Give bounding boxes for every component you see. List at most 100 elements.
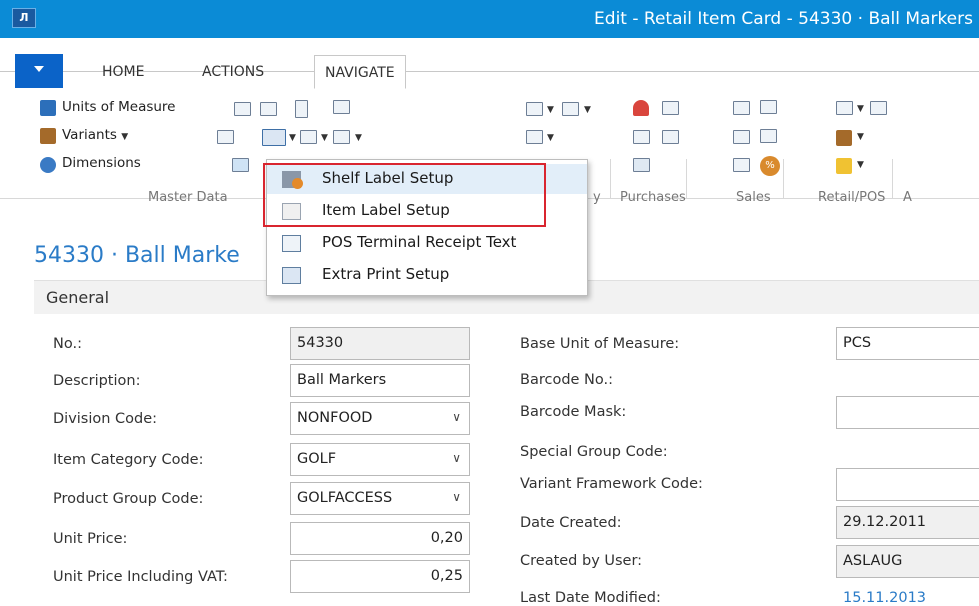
ribbon-tab-bar — [0, 38, 979, 72]
menu-item-label: POS Terminal Receipt Text — [322, 233, 517, 251]
sales-lines-icon[interactable] — [760, 100, 777, 114]
chevron-down-icon: ▼ — [857, 160, 864, 170]
tab-home[interactable]: HOME — [102, 64, 144, 80]
tab-navigate[interactable]: NAVIGATE — [314, 55, 406, 89]
purchase-orders-icon[interactable] — [662, 130, 679, 144]
list-view-icon[interactable] — [234, 102, 251, 116]
last-date-modified-label: Last Date Modified: — [520, 590, 661, 606]
special-group-code-label: Special Group Code: — [520, 444, 668, 460]
print-labels-icon[interactable] — [262, 129, 286, 146]
calculator-dropdown[interactable]: ▼ — [857, 99, 864, 115]
group-label-sales: Sales — [736, 190, 771, 205]
tab-navigate-label: NAVIGATE — [325, 65, 395, 81]
hierarchy-icon[interactable] — [870, 101, 887, 115]
last-date-modified-value: 15.11.2013 — [843, 590, 927, 606]
base-unit-of-measure-label: Base Unit of Measure: — [520, 336, 680, 352]
percent-icon[interactable]: % — [760, 156, 780, 176]
tab-actions[interactable]: ACTIONS — [202, 64, 264, 80]
barcode-no-label: Barcode No.: — [520, 372, 614, 388]
division-code-value: NONFOOD — [297, 410, 373, 426]
ribbon-separator — [610, 159, 611, 199]
chevron-down-icon: ∨ — [452, 410, 461, 424]
table-icon[interactable] — [333, 130, 350, 144]
chevron-down-icon: ▼ — [289, 133, 296, 143]
entries-dropdown[interactable]: ▼ — [584, 100, 591, 116]
history-icon[interactable] — [526, 102, 543, 116]
printer-icon — [282, 267, 301, 284]
item-lookup-icon[interactable] — [217, 130, 234, 144]
product-group-code-value: GOLFACCESS — [297, 490, 393, 506]
purchase-prices-icon[interactable] — [662, 101, 679, 115]
product-group-code-label: Product Group Code: — [53, 491, 204, 507]
vendor-icon[interactable] — [633, 100, 649, 116]
sales-budget-icon[interactable] — [733, 158, 750, 172]
purchase-lines-icon[interactable] — [633, 130, 650, 144]
item-category-code-label: Item Category Code: — [53, 452, 204, 468]
sales-discounts-icon[interactable] — [733, 130, 750, 144]
settings-grid-icon[interactable] — [333, 100, 350, 114]
division-code-select[interactable]: NONFOOD ∨ — [290, 402, 470, 435]
ribbon-separator — [783, 159, 784, 199]
unit-price-field[interactable]: 0,20 — [290, 522, 470, 555]
created-by-user-field: ASLAUG — [836, 545, 979, 578]
group-label-purchases: Purchases — [620, 190, 686, 205]
chevron-down-icon: ▼ — [547, 105, 554, 115]
picture-icon[interactable] — [232, 158, 249, 172]
barcode-mask-label: Barcode Mask: — [520, 404, 627, 420]
chevron-down-icon: ▼ — [355, 133, 362, 143]
history-dropdown[interactable]: ▼ — [547, 100, 554, 116]
variants-icon — [40, 128, 56, 144]
description-label: Description: — [53, 373, 141, 389]
created-by-user-label: Created by User: — [520, 553, 643, 569]
coupon-dropdown[interactable]: ▼ — [857, 155, 864, 171]
sales-prices-icon[interactable] — [733, 101, 750, 115]
sales-orders-icon[interactable] — [760, 129, 777, 143]
purchase-discounts-icon[interactable] — [633, 158, 650, 172]
no-label: No.: — [53, 336, 82, 352]
date-created-label: Date Created: — [520, 515, 622, 531]
chevron-down-icon: ∨ — [452, 451, 461, 465]
ribbon-separator — [686, 159, 687, 199]
group-label-retail-pos: Retail/POS — [818, 190, 886, 205]
chevron-down-icon: ▼ — [584, 105, 591, 115]
menu-item-extra-print-setup[interactable]: Extra Print Setup — [267, 260, 587, 290]
group-label-master-data: Master Data — [148, 190, 228, 205]
item-category-code-select[interactable]: GOLF ∨ — [290, 443, 470, 476]
product-group-code-select[interactable]: GOLFACCESS ∨ — [290, 482, 470, 515]
store-dropdown[interactable]: ▼ — [857, 127, 864, 143]
print-labels-dropdown[interactable]: ▼ — [289, 128, 296, 144]
division-code-label: Division Code: — [53, 411, 158, 427]
chevron-down-icon: ▼ — [547, 133, 554, 143]
statistics-icon[interactable] — [526, 130, 543, 144]
units-of-measure-button[interactable]: Units of Measure — [62, 99, 175, 115]
form-icon[interactable] — [300, 130, 317, 144]
barcode-mask-field[interactable] — [836, 396, 979, 429]
variants-button[interactable]: Variants ▼ — [62, 127, 128, 143]
variant-framework-code-field[interactable] — [836, 468, 979, 501]
menu-item-pos-terminal-receipt-text[interactable]: POS Terminal Receipt Text — [267, 228, 587, 258]
base-unit-of-measure-field[interactable]: PCS — [836, 327, 979, 360]
receipt-text-icon — [282, 235, 301, 252]
date-created-field: 29.12.2011 — [836, 506, 979, 539]
statistics-dropdown[interactable]: ▼ — [547, 128, 554, 144]
item-category-code-value: GOLF — [297, 451, 337, 467]
fasttab-general-label: General — [46, 288, 110, 307]
calculator-icon[interactable] — [836, 101, 853, 115]
table-dropdown[interactable]: ▼ — [355, 128, 362, 144]
window-title: Edit - Retail Item Card - 54330 · Ball M… — [594, 9, 973, 29]
highlight-box — [263, 163, 546, 227]
unit-price-incl-vat-field[interactable]: 0,25 — [290, 560, 470, 593]
menu-item-label: Extra Print Setup — [322, 265, 450, 283]
store-icon[interactable] — [836, 130, 852, 146]
units-of-measure-icon — [40, 100, 56, 116]
document-icon[interactable] — [295, 100, 308, 118]
barcode-icon[interactable] — [260, 102, 277, 116]
entries-icon[interactable] — [562, 102, 579, 116]
chevron-down-icon: ▼ — [121, 132, 129, 142]
dimensions-button[interactable]: Dimensions — [62, 155, 141, 171]
application-menu-button[interactable] — [15, 54, 63, 88]
description-field[interactable]: Ball Markers — [290, 364, 470, 397]
chevron-down-icon: ▼ — [321, 133, 328, 143]
form-dropdown[interactable]: ▼ — [321, 128, 328, 144]
coupon-icon[interactable] — [836, 158, 852, 174]
